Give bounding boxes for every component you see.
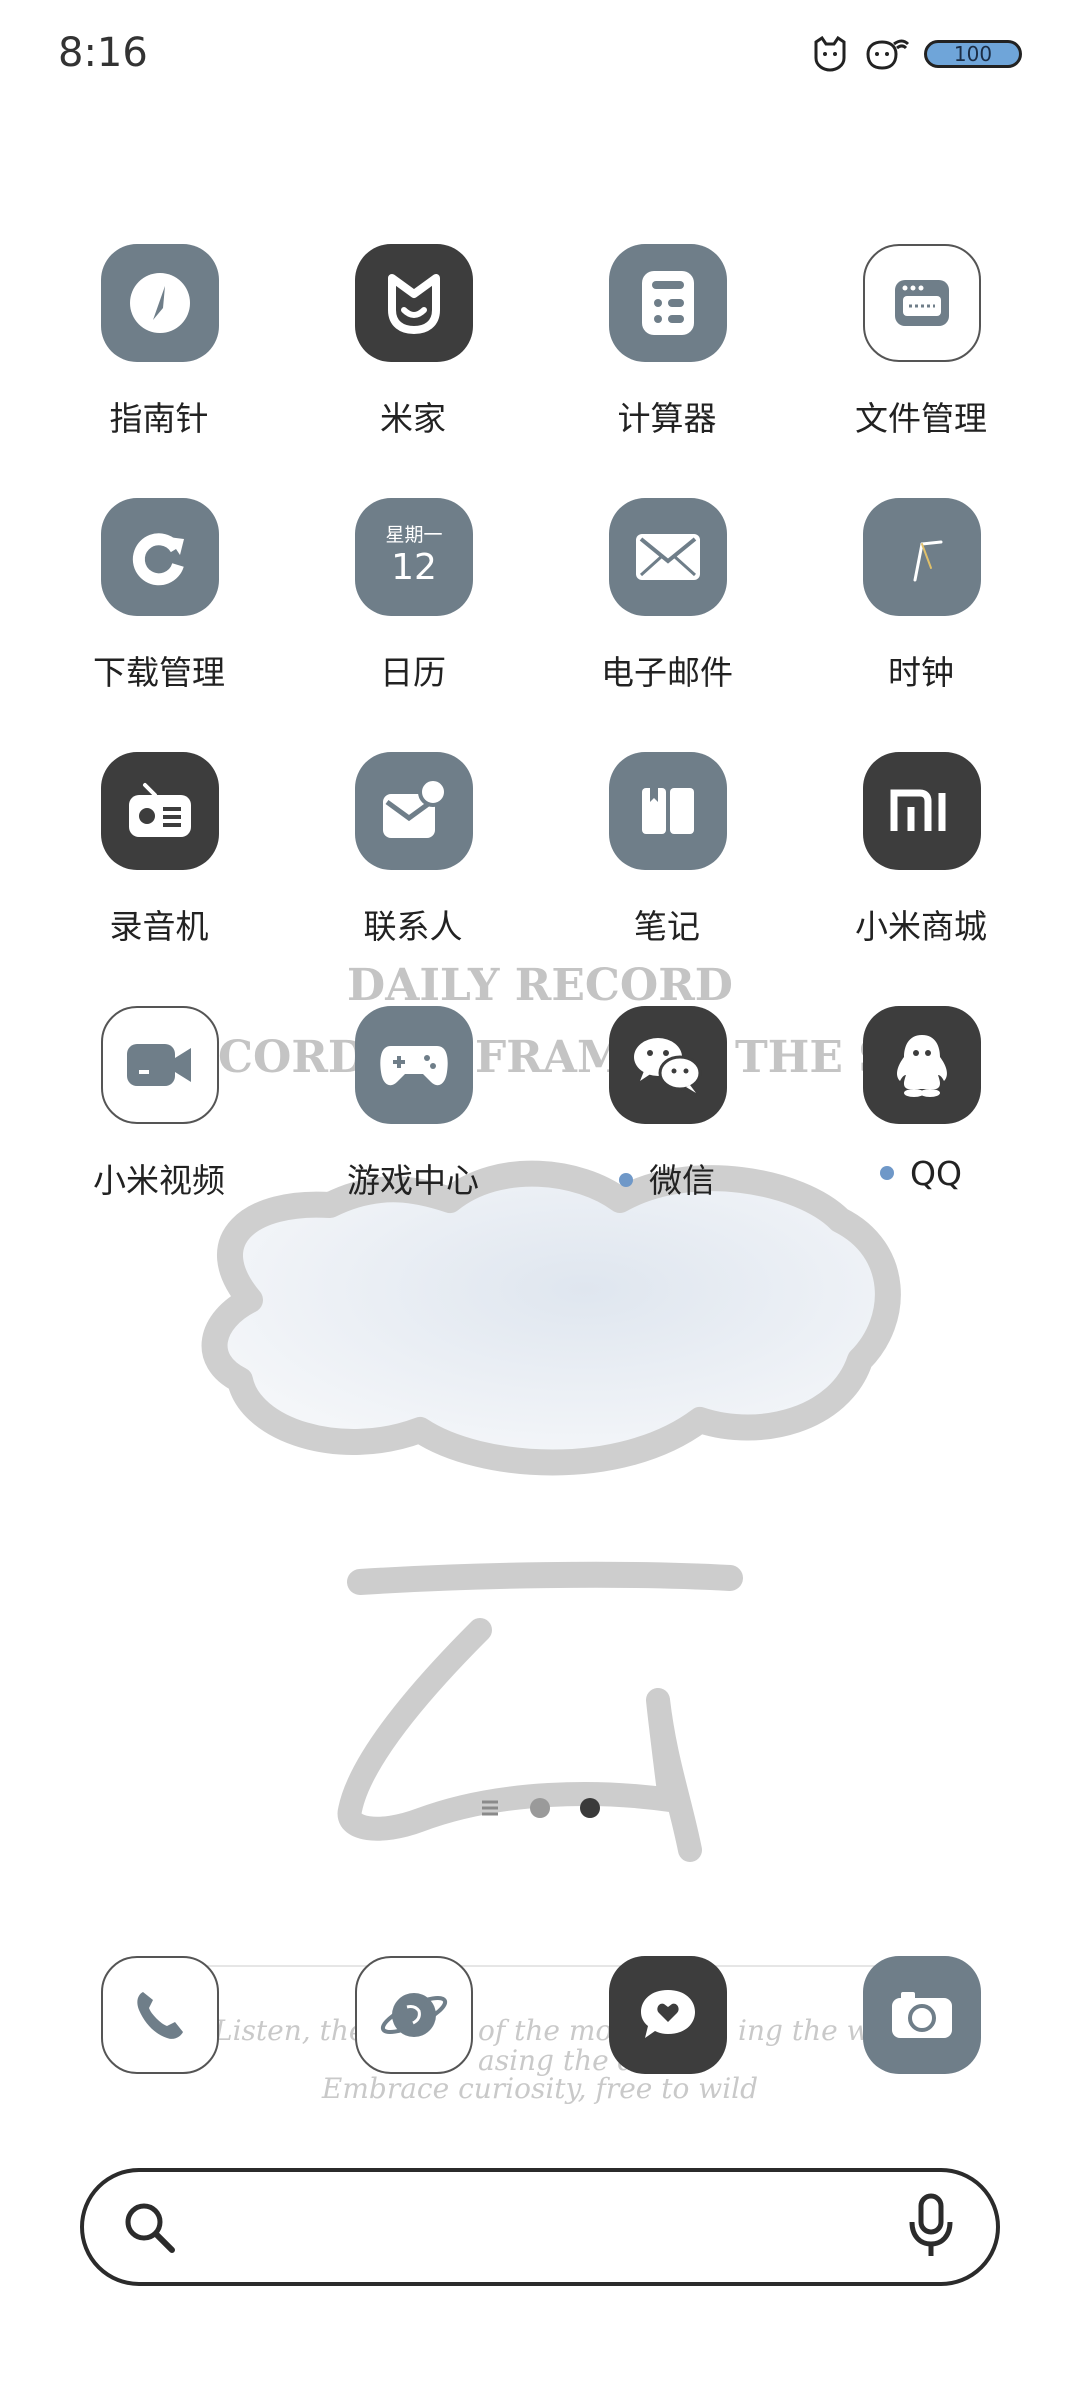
app-calculator[interactable]: 计算器	[540, 244, 794, 474]
app-mi-video[interactable]: 小米视频	[32, 1006, 286, 1236]
email-icon[interactable]	[609, 498, 727, 616]
app-notes[interactable]: 笔记	[540, 752, 794, 982]
battery-icon: 100	[924, 40, 1022, 68]
battery-level: 100	[953, 42, 993, 66]
app-recorder[interactable]: 录音机	[32, 752, 286, 982]
status-time: 8:16	[58, 30, 148, 76]
browser-icon[interactable]	[355, 1956, 473, 2074]
status-icons: 100	[810, 36, 1022, 72]
new-badge-dot	[880, 1165, 895, 1180]
page-indicator[interactable]	[480, 1798, 600, 1818]
app-label: 计算器	[617, 399, 717, 438]
app-label-text: QQ	[910, 1154, 962, 1193]
notification-cat-icon	[814, 36, 846, 72]
compass-icon[interactable]	[101, 244, 219, 362]
app-label: QQ	[794, 1154, 1048, 1193]
download-manager-icon[interactable]	[101, 498, 219, 616]
app-label: 下载管理	[93, 653, 225, 692]
feed-lines-icon[interactable]	[480, 1798, 500, 1818]
wechat-icon[interactable]	[609, 1006, 727, 1124]
calendar-icon[interactable]: 星期一 12	[355, 498, 473, 616]
search-icon[interactable]	[122, 2200, 178, 2256]
status-bar: 8:16 100	[0, 0, 1080, 110]
search-bar[interactable]	[80, 2168, 1000, 2286]
dock	[0, 1956, 1080, 2076]
messages-icon[interactable]	[609, 1956, 727, 2074]
phone-icon[interactable]	[101, 1956, 219, 2074]
search-input[interactable]	[194, 2192, 878, 2264]
app-contacts[interactable]: 联系人	[286, 752, 540, 982]
microphone-icon[interactable]	[906, 2192, 956, 2262]
wifi-cat-icon	[866, 39, 910, 70]
camera-icon[interactable]	[863, 1956, 981, 2074]
app-clock[interactable]: 时钟	[794, 498, 1048, 728]
app-label: 游戏中心	[347, 1161, 479, 1200]
app-label: 文件管理	[855, 399, 987, 438]
mijia-icon[interactable]	[355, 244, 473, 362]
app-calendar[interactable]: 星期一 12 日历	[286, 498, 540, 728]
app-label: 笔记	[634, 907, 700, 946]
app-mijia[interactable]: 米家	[286, 244, 540, 474]
app-mi-store[interactable]: 小米商城	[794, 752, 1048, 982]
file-manager-icon[interactable]	[863, 244, 981, 362]
app-label: 指南针	[109, 399, 209, 438]
app-label-text: 微信	[649, 1161, 715, 1200]
app-qq[interactable]: QQ	[794, 1006, 1048, 1236]
app-label: 微信	[540, 1154, 794, 1202]
calculator-icon[interactable]	[609, 244, 727, 362]
app-email[interactable]: 电子邮件	[540, 498, 794, 728]
calendar-day: 12	[391, 547, 437, 588]
wallpaper-script-3: Embrace curiosity, free to wild	[321, 2072, 758, 2105]
app-file-manager[interactable]: 文件管理	[794, 244, 1048, 474]
calendar-weekday: 星期一	[385, 524, 443, 546]
app-label: 米家	[380, 399, 446, 438]
app-download-manager[interactable]: 下载管理	[32, 498, 286, 728]
app-label: 录音机	[109, 907, 209, 946]
app-label: 时钟	[888, 653, 954, 692]
game-center-icon[interactable]	[355, 1006, 473, 1124]
page-dot-2-active[interactable]	[580, 1798, 600, 1818]
app-game-center[interactable]: 游戏中心	[286, 1006, 540, 1236]
notes-icon[interactable]	[609, 752, 727, 870]
page-dot-1[interactable]	[530, 1798, 550, 1818]
contacts-icon[interactable]	[355, 752, 473, 870]
app-compass[interactable]: 指南针	[32, 244, 286, 474]
clock-icon[interactable]	[863, 498, 981, 616]
app-label: 联系人	[363, 907, 463, 946]
mi-video-icon[interactable]	[101, 1006, 219, 1124]
qq-icon[interactable]	[863, 1006, 981, 1124]
mi-store-icon[interactable]	[863, 752, 981, 870]
wallpaper-underline	[347, 1561, 743, 1595]
app-label: 小米视频	[93, 1161, 225, 1200]
app-label: 小米商城	[855, 907, 987, 946]
recorder-icon[interactable]	[101, 752, 219, 870]
new-badge-dot	[619, 1172, 633, 1187]
app-wechat[interactable]: 微信	[540, 1006, 794, 1236]
app-label: 日历	[380, 653, 446, 692]
app-label: 电子邮件	[601, 653, 733, 692]
